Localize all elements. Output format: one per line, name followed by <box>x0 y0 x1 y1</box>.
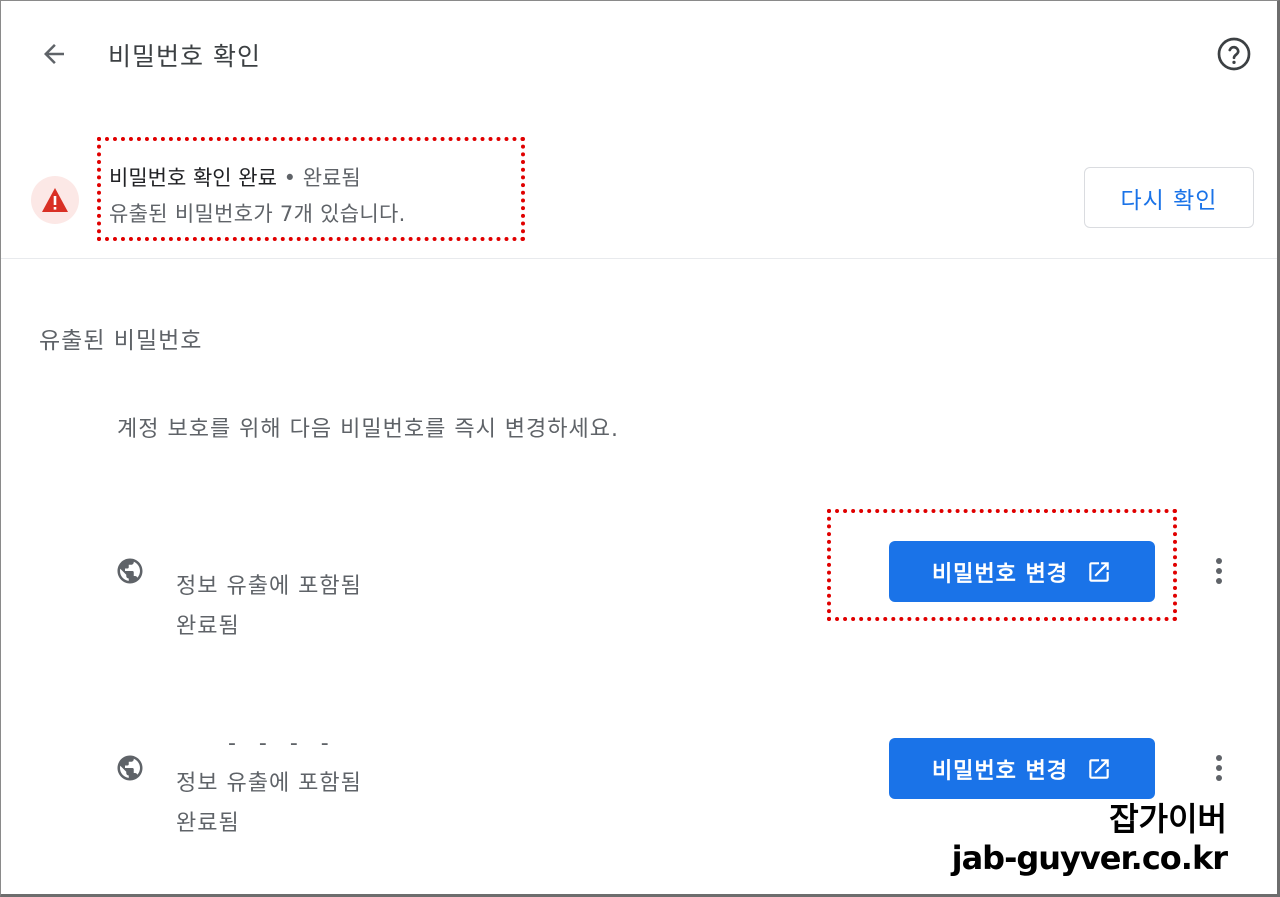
leaked-section-title: 유출된 비밀번호 <box>39 328 203 354</box>
credential-info: 정보 유출에 포함됨 완료됨 <box>176 764 362 844</box>
arrow-back-icon <box>44 44 64 64</box>
recheck-button[interactable]: 다시 확인 <box>1084 167 1254 228</box>
page-title: 비밀번호 확인 <box>108 42 261 71</box>
watermark: 잡가이버 jab-guyver.co.kr <box>951 799 1228 877</box>
more-options-button[interactable] <box>1204 551 1234 591</box>
annotation-box-status <box>97 137 525 241</box>
more-options-button[interactable] <box>1204 748 1234 788</box>
credential-reason: 정보 유출에 포함됨 <box>176 771 362 796</box>
warning-badge <box>31 176 79 224</box>
page-header: 비밀번호 확인 <box>1 1 1277 107</box>
change-password-button[interactable]: 비밀번호 변경 <box>889 738 1155 799</box>
back-button[interactable] <box>35 35 73 73</box>
password-check-page: 비밀번호 확인 비밀번호 확인 완료 • 완료됨 유출된 비밀번호가 7개 있습… <box>0 0 1280 897</box>
check-status-card: 비밀번호 확인 완료 • 완료됨 유출된 비밀번호가 7개 있습니다. 다시 확… <box>1 107 1277 259</box>
credential-state: 완료됨 <box>176 614 240 639</box>
help-icon <box>1217 37 1251 71</box>
leaked-section-description: 계정 보호를 위해 다음 비밀번호를 즉시 변경하세요. <box>117 417 619 442</box>
warning-icon <box>42 188 68 212</box>
credential-info: 정보 유출에 포함됨 완료됨 <box>176 567 362 647</box>
annotation-box-change <box>827 509 1177 621</box>
globe-icon <box>117 558 143 584</box>
open-in-new-icon <box>1089 758 1109 779</box>
globe-icon <box>117 755 143 781</box>
credential-state: 완료됨 <box>176 811 240 836</box>
watermark-url: jab-guyver.co.kr <box>951 839 1228 877</box>
credential-reason: 정보 유출에 포함됨 <box>176 574 362 599</box>
change-password-label: 비밀번호 변경 <box>931 758 1069 784</box>
watermark-brand: 잡가이버 <box>1109 800 1227 838</box>
more-vert-icon <box>1216 558 1222 584</box>
help-button[interactable] <box>1215 35 1253 73</box>
more-vert-icon <box>1216 755 1222 781</box>
